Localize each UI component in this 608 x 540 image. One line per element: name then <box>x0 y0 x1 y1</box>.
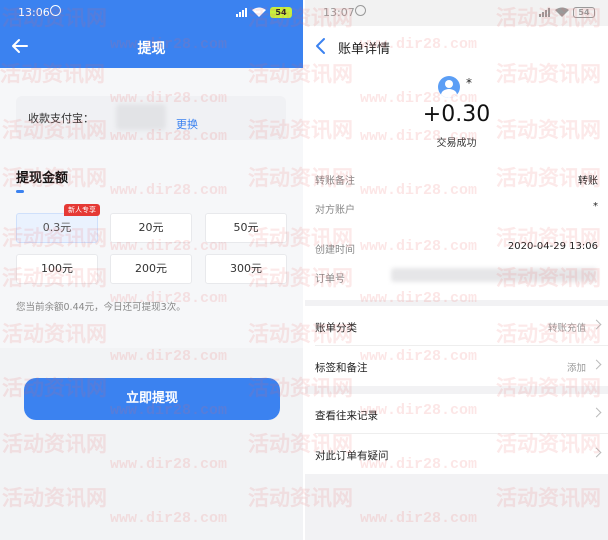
transaction-status: 交易成功 <box>436 138 477 149</box>
detail-key: 创建时间 <box>315 245 355 256</box>
withdraw-now-button[interactable]: 立即提现 <box>24 378 280 420</box>
detail-value: 转账 <box>578 176 598 187</box>
row-label: 查看往来记录 <box>315 410 378 422</box>
alipay-account-card: 收款支付宝： 更换 <box>16 96 286 140</box>
page-title: 提现 <box>137 41 166 57</box>
battery-icon: 54 <box>573 7 595 18</box>
row-value: 转账充值 <box>547 323 586 334</box>
detail-key: 订单号 <box>315 274 345 285</box>
bill-detail-screen: 13:07 54 账单详情 * +0.30 交易成功 转账备注 转账 对方账户 … <box>305 0 608 540</box>
chevron-right-icon <box>591 359 602 370</box>
amount-option-200[interactable]: 200元 <box>110 254 192 284</box>
detail-row-created-time: 创建时间 2020-04-29 13:06 <box>305 241 608 261</box>
row-label: 标签和备注 <box>315 362 368 374</box>
detail-value: * <box>593 201 598 212</box>
amount-option-20[interactable]: 20元 <box>110 213 192 243</box>
row-value: 添加 <box>566 363 586 374</box>
amount-option-0-3[interactable]: 0.3元 <box>16 213 98 243</box>
status-time: 13:07 <box>323 6 355 19</box>
change-account-link[interactable]: 更换 <box>176 116 198 132</box>
section-title: 提现金额 <box>16 171 69 186</box>
app-header: 账单详情 <box>305 26 608 66</box>
row-bill-category[interactable]: 账单分类 转账充值 <box>305 306 608 346</box>
status-bar: 13:07 54 <box>305 0 608 26</box>
masked-account <box>116 104 166 130</box>
avatar-icon <box>438 76 460 98</box>
bottom-area <box>0 348 303 540</box>
section-underline <box>16 190 24 193</box>
detail-row-remark: 转账备注 转账 <box>305 172 608 192</box>
row-order-question[interactable]: 对此订单有疑问 <box>305 434 608 474</box>
wifi-icon <box>555 7 569 17</box>
back-chevron-icon[interactable] <box>313 36 329 56</box>
withdraw-screen: 13:06 54 提现 收款支付宝： 更换 提现金额 0.3元 20元 50元 … <box>0 0 303 540</box>
chevron-right-icon <box>591 319 602 330</box>
payer-name: * <box>466 76 472 90</box>
detail-key: 转账备注 <box>315 176 355 187</box>
row-label: 账单分类 <box>315 322 357 334</box>
masked-order-id <box>391 268 597 282</box>
status-bar: 13:06 54 <box>0 0 303 26</box>
alarm-icon <box>50 5 61 16</box>
signal-icon <box>236 8 250 17</box>
new-user-badge: 新人专享 <box>64 204 100 216</box>
balance-note: 您当前余额0.44元，今日还可提现3次。 <box>16 302 186 313</box>
detail-value: 2020-04-29 13:06 <box>507 241 598 252</box>
transaction-amount: +0.30 <box>422 102 491 127</box>
row-tags-remarks[interactable]: 标签和备注 添加 <box>305 346 608 386</box>
alipay-label: 收款支付宝： <box>28 112 94 125</box>
detail-row-order-id: 订单号 <box>305 268 608 290</box>
signal-icon <box>539 8 553 17</box>
row-label: 对此订单有疑问 <box>315 450 389 462</box>
chevron-right-icon <box>591 407 602 418</box>
alarm-icon <box>355 5 366 16</box>
detail-row-counterparty: 对方账户 * <box>305 201 608 221</box>
row-view-records[interactable]: 查看往来记录 <box>305 394 608 434</box>
detail-key: 对方账户 <box>315 205 355 216</box>
amount-option-50[interactable]: 50元 <box>205 213 287 243</box>
chevron-right-icon <box>591 447 602 458</box>
wifi-icon <box>252 7 266 17</box>
app-header: 提现 <box>0 26 303 68</box>
page-title: 账单详情 <box>338 42 391 57</box>
battery-icon: 54 <box>270 7 292 18</box>
status-time: 13:06 <box>18 6 50 19</box>
amount-option-300[interactable]: 300元 <box>205 254 287 284</box>
transaction-summary: * +0.30 交易成功 转账备注 转账 对方账户 * 创建时间 2020-04… <box>305 66 608 300</box>
amount-option-100[interactable]: 100元 <box>16 254 98 284</box>
